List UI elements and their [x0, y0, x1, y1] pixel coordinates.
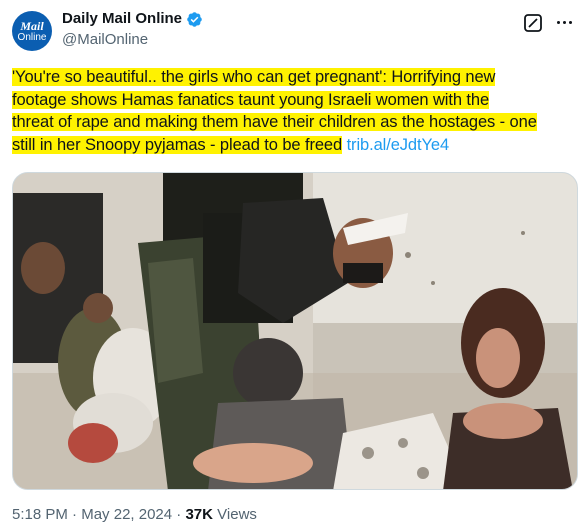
verified-badge-icon — [187, 11, 202, 27]
meta-separator: · — [67, 506, 82, 523]
views-label: Views — [213, 506, 257, 523]
more-icon[interactable] — [553, 12, 575, 32]
post-link[interactable]: trib.al/eJdtYe4 — [347, 136, 450, 154]
grok-icon[interactable] — [523, 13, 543, 33]
post-date[interactable]: May 22, 2024 — [81, 506, 172, 523]
avatar[interactable]: Mail Online — [12, 11, 52, 51]
more-dot — [562, 20, 566, 24]
post-meta: 5:18 PM · May 22, 2024 · 37K Views — [12, 506, 257, 524]
avatar-line2: Online — [17, 31, 47, 43]
display-name[interactable]: Daily Mail Online — [62, 10, 182, 28]
name-row: Daily Mail Online — [62, 10, 203, 28]
tweet: Mail Online Daily Mail Online @MailOnlin… — [0, 0, 588, 529]
post-text: 'You're so beautiful.. the girls who can… — [12, 66, 572, 156]
post-text-line: 'You're so beautiful.. the girls who can… — [12, 68, 496, 86]
post-time[interactable]: 5:18 PM — [12, 506, 68, 523]
video-still-image — [13, 173, 577, 489]
post-text-line: still in her Snoopy pyjamas - plead to b… — [12, 135, 343, 154]
views-count: 37K — [185, 506, 213, 523]
more-dot — [568, 20, 572, 24]
meta-separator: · — [172, 506, 186, 523]
handle[interactable]: @MailOnline — [62, 31, 148, 49]
post-text-line: threat of rape and making them have thei… — [12, 113, 537, 131]
post-text-line: footage shows Hamas fanatics taunt young… — [12, 90, 490, 109]
avatar-line1: Mail — [20, 18, 44, 33]
more-dot — [556, 20, 560, 24]
media-video[interactable] — [12, 172, 578, 490]
